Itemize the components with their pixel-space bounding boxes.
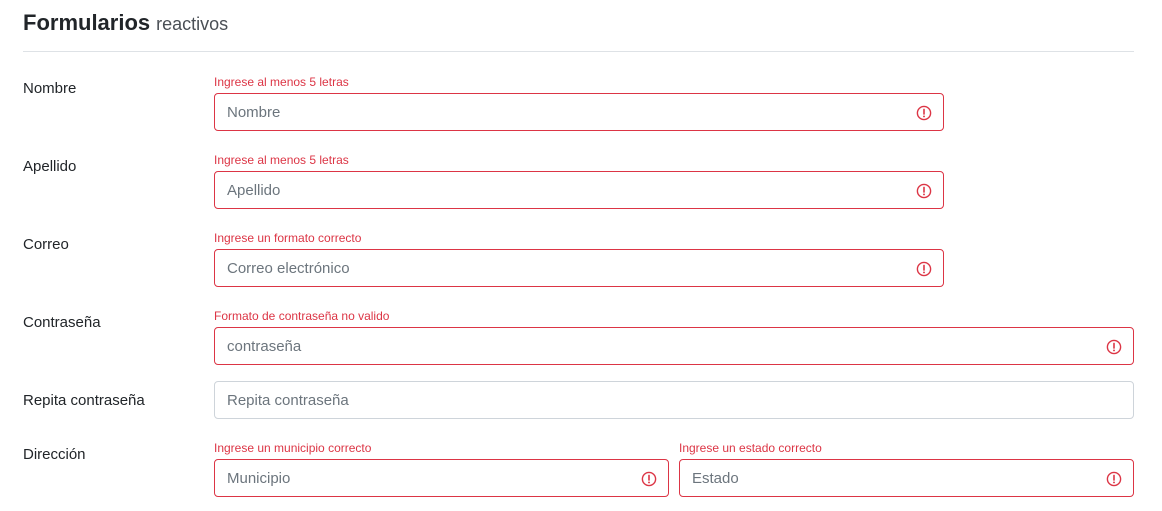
exclamation-circle-icon: [916, 183, 932, 199]
apellido-field: [214, 171, 944, 209]
page-title: Formularios reactivos: [23, 10, 228, 40]
page-title-subtitle: reactivos: [156, 14, 229, 34]
exclamation-circle-icon: [1106, 339, 1122, 355]
estado-error: Ingrese un estado correcto: [679, 441, 822, 455]
contrasena-field: [214, 327, 1134, 365]
apellido-error: Ingrese al menos 5 letras: [214, 153, 349, 167]
contrasena-error: Formato de contraseña no valido: [214, 309, 390, 323]
nombre-label: Nombre: [23, 80, 77, 97]
repita-contrasena-label: Repita contraseña: [23, 392, 145, 409]
direccion-label: Dirección: [23, 446, 86, 463]
contrasena-input[interactable]: [215, 328, 1133, 364]
correo-label: Correo: [23, 236, 69, 253]
municipio-field: [214, 459, 669, 497]
repita-contrasena-input[interactable]: [215, 382, 1133, 418]
header-divider: [23, 51, 1134, 52]
apellido-input[interactable]: [215, 172, 943, 208]
estado-input[interactable]: [680, 460, 1133, 496]
exclamation-circle-icon: [1106, 471, 1122, 487]
page-title-main: Formularios: [23, 10, 151, 35]
correo-field: [214, 249, 944, 287]
exclamation-circle-icon: [916, 261, 932, 277]
exclamation-circle-icon: [916, 105, 932, 121]
nombre-error: Ingrese al menos 5 letras: [214, 75, 349, 89]
nombre-field: [214, 93, 944, 131]
reactive-forms-page: Formularios reactivos Nombre Ingrese al …: [0, 0, 1162, 511]
nombre-input[interactable]: [215, 94, 943, 130]
correo-error: Ingrese un formato correcto: [214, 231, 362, 245]
municipio-input[interactable]: [215, 460, 668, 496]
repita-contrasena-field: [214, 381, 1134, 419]
apellido-label: Apellido: [23, 158, 77, 175]
contrasena-label: Contraseña: [23, 314, 101, 331]
municipio-error: Ingrese un municipio correcto: [214, 441, 372, 455]
exclamation-circle-icon: [641, 471, 657, 487]
correo-input[interactable]: [215, 250, 943, 286]
estado-field: [679, 459, 1134, 497]
